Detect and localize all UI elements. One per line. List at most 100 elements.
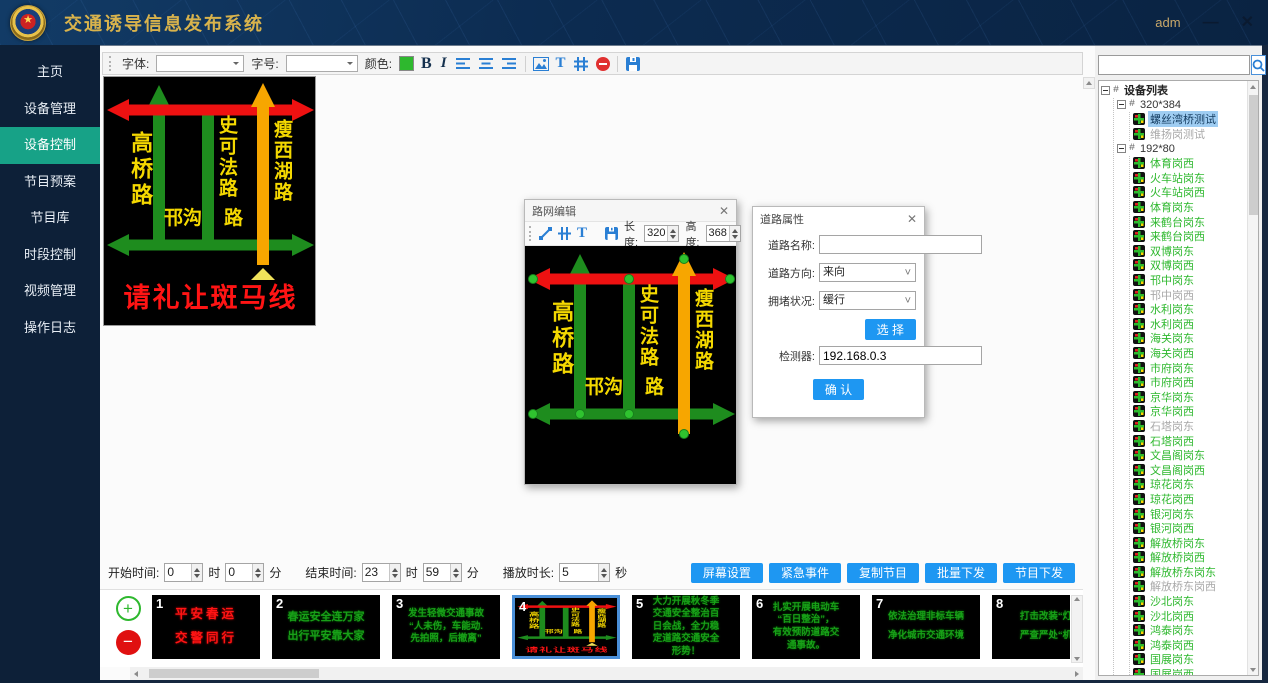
tree-device-解放桥岗西[interactable]: 解放桥岗西 (1133, 550, 1246, 565)
tree-device-银河岗东[interactable]: 银河岗东 (1133, 506, 1246, 521)
add-program-button[interactable]: + (116, 596, 141, 621)
tree-device-邗中岗东[interactable]: 邗中岗东 (1133, 273, 1246, 288)
spinner-arrows[interactable] (667, 226, 678, 241)
tree-device-京华岗西[interactable]: 京华岗西 (1133, 404, 1246, 419)
action-button-复制节目[interactable]: 复制节目 (847, 563, 919, 583)
tree-device-海关岗西[interactable]: 海关岗西 (1133, 346, 1246, 361)
text-tool-button[interactable]: T (577, 225, 587, 242)
props-dialog-titlebar[interactable]: 道路属性 ✕ (753, 207, 924, 231)
tree-device-来鹤台岗西[interactable]: 来鹤台岗西 (1133, 229, 1246, 244)
align-center-icon[interactable] (479, 56, 495, 72)
color-swatch[interactable] (399, 56, 414, 71)
road-direction-select[interactable]: 来向 (819, 263, 916, 282)
close-button[interactable]: ✕ (1241, 15, 1254, 31)
tree-device-解放桥岗东[interactable]: 解放桥岗东 (1133, 535, 1246, 550)
length-spinner[interactable]: 320 (644, 225, 679, 242)
align-right-icon[interactable] (502, 56, 518, 72)
tree-device-双博岗西[interactable]: 双博岗西 (1133, 258, 1246, 273)
start-minute-spinner[interactable]: 0 (225, 563, 264, 582)
road-tool-icon[interactable] (558, 226, 571, 242)
tree-device-体育岗东[interactable]: 体育岗东 (1133, 200, 1246, 215)
search-button[interactable] (1251, 55, 1266, 75)
sidebar-item-2[interactable]: 设备管理 (0, 91, 100, 128)
spinner-arrows[interactable] (598, 564, 609, 581)
select-detector-button[interactable]: 选 择 (865, 319, 916, 340)
device-search-input[interactable] (1098, 55, 1250, 75)
scrollbar-thumb[interactable] (149, 669, 319, 678)
tree-device-京华岗东[interactable]: 京华岗东 (1133, 389, 1246, 404)
action-button-屏幕设置[interactable]: 屏幕设置 (691, 563, 763, 583)
canvas-scrollbar-up[interactable] (1083, 77, 1095, 89)
spinner-arrows[interactable] (191, 564, 202, 581)
end-minute-spinner[interactable]: 59 (423, 563, 462, 582)
tree-device-文昌阁岗西[interactable]: 文昌阁岗西 (1133, 462, 1246, 477)
scroll-right-arrow[interactable] (1070, 667, 1083, 680)
strip-scrollbar[interactable] (1071, 595, 1083, 663)
tree-device-石塔岗东[interactable]: 石塔岗东 (1133, 419, 1246, 434)
sidebar-item-8[interactable]: 操作日志 (0, 310, 100, 347)
tree-device-银河岗西[interactable]: 银河岗西 (1133, 521, 1246, 536)
scrollbar-thumb[interactable] (1249, 95, 1258, 215)
roadnet-close-icon[interactable]: ✕ (719, 204, 729, 218)
tree-device-沙北岗西[interactable]: 沙北岗西 (1133, 608, 1246, 623)
program-thumbnail-4[interactable]: 4高桥路史可法路瘦西湖路邗沟路请礼让斑马线 (512, 595, 620, 659)
align-left-icon[interactable] (456, 56, 472, 72)
spinner-arrows[interactable] (450, 564, 461, 581)
insert-image-icon[interactable] (533, 56, 549, 72)
tree-device-维扬岗测试[interactable]: 维扬岗测试 (1133, 127, 1246, 142)
program-thumbnail-7[interactable]: 7依法治理非标车辆净化城市交通环境 (872, 595, 980, 659)
road-network-tool-icon[interactable] (573, 56, 589, 72)
program-thumbnail-2[interactable]: 2春运安全连万家出行平安靠大家 (272, 595, 380, 659)
confirm-button[interactable]: 确 认 (813, 379, 864, 400)
font-select[interactable] (156, 55, 244, 72)
sidebar-item-6[interactable]: 时段控制 (0, 237, 100, 274)
remove-program-button[interactable]: − (116, 630, 141, 655)
sidebar-item-7[interactable]: 视频管理 (0, 273, 100, 310)
tree-scrollbar[interactable] (1247, 81, 1258, 675)
strip-horizontal-scrollbar[interactable] (130, 667, 1083, 680)
minimize-button[interactable]: — (1203, 15, 1219, 31)
tree-device-鸿泰岗西[interactable]: 鸿泰岗西 (1133, 638, 1246, 653)
tree-device-体育岗西[interactable]: 体育岗西 (1133, 156, 1246, 171)
tree-expand-icon[interactable] (1101, 86, 1110, 95)
tree-device-海关岗东[interactable]: 海关岗东 (1133, 331, 1246, 346)
bold-button[interactable]: B (421, 55, 432, 73)
spinner-arrows[interactable] (729, 226, 740, 241)
tree-expand-icon[interactable] (1117, 100, 1126, 109)
sidebar-item-1[interactable]: 主页 (0, 54, 100, 91)
program-thumbnail-3[interactable]: 3发生轻微交通事故“人未伤，车能动.先拍照，后撤离” (392, 595, 500, 659)
program-thumbnail-1[interactable]: 1平安春运交警同行 (152, 595, 260, 659)
tree-device-国展岗西[interactable]: 国展岗西 (1133, 667, 1246, 675)
text-tool-button[interactable]: T (556, 55, 566, 72)
tree-device-火车站岗西[interactable]: 火车站岗西 (1133, 185, 1246, 200)
duration-spinner[interactable]: 5 (559, 563, 610, 582)
action-button-节目下发[interactable]: 节目下发 (1003, 563, 1075, 583)
tree-device-石塔岗西[interactable]: 石塔岗西 (1133, 433, 1246, 448)
action-button-紧急事件[interactable]: 紧急事件 (769, 563, 841, 583)
tree-device-沙北岗东[interactable]: 沙北岗东 (1133, 594, 1246, 609)
tree-group-320*384[interactable]: #320*384 (1117, 98, 1246, 113)
scroll-left-arrow[interactable] (130, 667, 143, 680)
height-spinner[interactable]: 368 (706, 225, 741, 242)
save-icon[interactable] (605, 226, 618, 242)
line-tool-icon[interactable] (539, 226, 552, 242)
delete-tool-icon[interactable] (596, 57, 610, 71)
font-size-select[interactable] (286, 55, 358, 72)
congestion-select[interactable]: 缓行 (819, 291, 916, 310)
tree-device-琼花岗西[interactable]: 琼花岗西 (1133, 492, 1246, 507)
tree-device-解放桥东岗西[interactable]: 解放桥东岗西 (1133, 579, 1246, 594)
tree-device-文昌阁岗东[interactable]: 文昌阁岗东 (1133, 448, 1246, 463)
action-button-批量下发[interactable]: 批量下发 (925, 563, 997, 583)
spinner-arrows[interactable] (252, 564, 263, 581)
tree-device-市府岗东[interactable]: 市府岗东 (1133, 360, 1246, 375)
tree-device-螺丝湾桥测试[interactable]: 螺丝湾桥测试 (1133, 112, 1246, 127)
tree-device-解放桥东岗东[interactable]: 解放桥东岗东 (1133, 565, 1246, 580)
road-name-input[interactable] (819, 235, 982, 254)
tree-device-琼花岗东[interactable]: 琼花岗东 (1133, 477, 1246, 492)
tree-root[interactable]: #设备列表 (1101, 83, 1246, 98)
start-hour-spinner[interactable]: 0 (164, 563, 203, 582)
tree-expand-icon[interactable] (1117, 144, 1126, 153)
roadnet-edit-canvas[interactable]: 高桥路史可法路瘦西湖路邗沟路 (525, 246, 736, 484)
tree-device-市府岗西[interactable]: 市府岗西 (1133, 375, 1246, 390)
program-thumbnail-8[interactable]: 8打击改装“灯严查严处“机 (992, 595, 1070, 659)
